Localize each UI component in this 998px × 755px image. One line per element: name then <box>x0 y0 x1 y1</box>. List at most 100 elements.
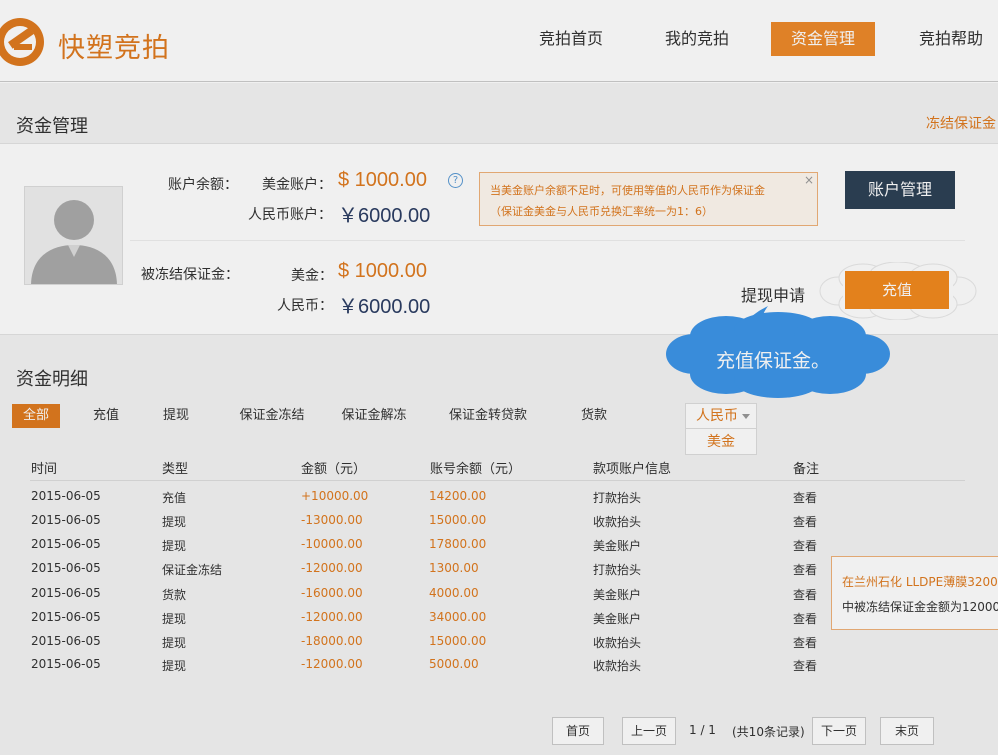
cell-amount: -16000.00 <box>301 586 363 600</box>
cell-balance: 15000.00 <box>429 513 487 527</box>
filter-deposit-unfreeze[interactable]: 保证金解冻 <box>338 404 410 428</box>
account-management-button[interactable]: 账户管理 <box>845 171 955 209</box>
filter-payment[interactable]: 货款 <box>576 404 612 428</box>
cell-amount: -12000.00 <box>301 561 363 575</box>
cell-view-link[interactable]: 查看 <box>793 561 817 578</box>
tooltip-line-1: 在兰州石化 LLDPE薄膜3200 <box>842 575 998 589</box>
nav-auction-help[interactable]: 竞拍帮助 <box>910 22 992 56</box>
col-account-info: 款项账户信息 <box>593 462 672 477</box>
frozen-cny-label: 人民币： <box>277 298 333 314</box>
frozen-deposit-tooltip: 在兰州石化 LLDPE薄膜3200 中被冻结保证金金额为12000 <box>831 556 998 630</box>
frozen-cny-value: ￥6000.00 <box>338 296 431 318</box>
cell-type: 提现 <box>162 659 187 673</box>
cell-amount: -12000.00 <box>301 610 363 624</box>
nav-my-auction[interactable]: 我的竞拍 <box>656 22 738 56</box>
cell-amount: -12000.00 <box>301 657 363 671</box>
last-page-button[interactable]: 末页 <box>880 717 934 745</box>
cell-view-link[interactable]: 查看 <box>793 586 817 603</box>
cell-account-info: 收款抬头 <box>593 659 642 673</box>
fund-management-title: 资金管理 <box>16 116 88 137</box>
cell-type: 提现 <box>162 636 187 650</box>
balance-label: 账户余额： <box>168 177 238 193</box>
cell-date: 2015-06-05 <box>31 561 101 575</box>
cell-date: 2015-06-05 <box>31 610 101 624</box>
chevron-down-icon <box>742 414 750 419</box>
cell-amount: -13000.00 <box>301 513 363 527</box>
col-note: 备注 <box>793 462 820 477</box>
cell-account-info: 打款抬头 <box>593 563 642 577</box>
tooltip-line-2: 中被冻结保证金金额为12000 <box>842 600 998 614</box>
currency-select[interactable]: 人民币 <box>685 403 757 429</box>
cell-view-link[interactable]: 查看 <box>793 537 817 554</box>
page-info: 1 / 1 <box>689 723 716 737</box>
help-question-icon[interactable]: ? <box>448 173 463 188</box>
cell-date: 2015-06-05 <box>31 586 101 600</box>
next-page-button[interactable]: 下一页 <box>812 717 866 745</box>
cell-type: 提现 <box>162 612 187 626</box>
cell-date: 2015-06-05 <box>31 634 101 648</box>
table-header-divider <box>30 480 965 481</box>
tip-line-2: （保证金美金与人民币兑换汇率统一为1：6） <box>490 205 713 218</box>
col-type: 类型 <box>162 462 189 477</box>
frozen-usd-value: $ 1000.00 <box>338 260 427 282</box>
usd-account-value: $ 1000.00 <box>338 169 427 191</box>
filter-withdraw[interactable]: 提现 <box>158 404 194 428</box>
cell-balance: 17800.00 <box>429 537 487 551</box>
frozen-deposit-link[interactable]: 冻结保证金 <box>926 113 996 133</box>
cell-date: 2015-06-05 <box>31 537 101 551</box>
frozen-usd-label: 美金： <box>291 268 333 284</box>
tip-close-icon[interactable]: × <box>804 170 814 191</box>
table-row: 2015-06-05 提现 -18000.00 15000.00 收款抬头 查看 <box>0 634 998 658</box>
user-avatar <box>24 186 123 285</box>
cell-view-link[interactable]: 查看 <box>793 610 817 627</box>
cell-account-info: 美金账户 <box>593 612 642 626</box>
filter-recharge[interactable]: 充值 <box>88 404 124 428</box>
filter-all[interactable]: 全部 <box>12 404 60 428</box>
cell-balance: 5000.00 <box>429 657 479 671</box>
cell-view-link[interactable]: 查看 <box>793 489 817 506</box>
cell-account-info: 美金账户 <box>593 588 642 602</box>
brand-name[interactable]: 快塑竞拍 <box>58 26 170 65</box>
filter-deposit-to-payment[interactable]: 保证金转贷款 <box>446 404 530 428</box>
col-amount: 金额（元） <box>301 462 367 477</box>
cell-type: 充值 <box>162 491 187 505</box>
gavel-logo-icon <box>0 18 44 66</box>
table-row: 2015-06-05 提现 -12000.00 5000.00 收款抬头 查看 <box>0 657 998 681</box>
first-page-button[interactable]: 首页 <box>552 717 604 745</box>
cell-date: 2015-06-05 <box>31 489 101 503</box>
table-row: 2015-06-05 充值 +10000.00 14200.00 打款抬头 查看 <box>0 489 998 513</box>
cell-type: 提现 <box>162 539 187 553</box>
cell-balance: 14200.00 <box>429 489 487 503</box>
cell-balance: 15000.00 <box>429 634 487 648</box>
cell-account-info: 打款抬头 <box>593 491 642 505</box>
cell-balance: 1300.00 <box>429 561 479 575</box>
cell-date: 2015-06-05 <box>31 657 101 671</box>
frozen-deposit-label: 被冻结保证金： <box>141 267 239 283</box>
exchange-rate-tip: 当美金账户余额不足时，可使用等值的人民币作为保证金 （保证金美金与人民币兑换汇率… <box>479 172 818 226</box>
prev-page-button[interactable]: 上一页 <box>622 717 676 745</box>
currency-option-usd[interactable]: 美金 <box>685 429 757 455</box>
cell-balance: 4000.00 <box>429 586 479 600</box>
cell-type: 保证金冻结 <box>162 563 223 577</box>
cell-view-link[interactable]: 查看 <box>793 657 817 674</box>
cell-amount: -10000.00 <box>301 537 363 551</box>
fund-details-title: 资金明细 <box>16 369 88 390</box>
record-total: (共10条记录) <box>732 725 805 739</box>
currency-selected-value: 人民币 <box>696 408 738 424</box>
user-silhouette-icon <box>25 187 122 284</box>
top-header: 快塑竞拍 竞拍首页 我的竞拍 资金管理 竞拍帮助 <box>0 0 998 82</box>
cell-view-link[interactable]: 查看 <box>793 634 817 651</box>
cny-account-value: ￥6000.00 <box>338 205 431 227</box>
cell-amount: -18000.00 <box>301 634 363 648</box>
usd-account-label: 美金账户： <box>262 177 332 193</box>
cell-account-info: 美金账户 <box>593 539 642 553</box>
cell-date: 2015-06-05 <box>31 513 101 527</box>
nav-auction-home[interactable]: 竞拍首页 <box>530 22 612 56</box>
filter-deposit-freeze[interactable]: 保证金冻结 <box>236 404 308 428</box>
tip-line-1: 当美金账户余额不足时，可使用等值的人民币作为保证金 <box>490 184 765 197</box>
cell-type: 提现 <box>162 515 187 529</box>
cny-account-label: 人民币账户： <box>248 207 332 223</box>
cell-view-link[interactable]: 查看 <box>793 513 817 530</box>
col-balance: 账号余额（元） <box>430 462 522 477</box>
nav-fund-management[interactable]: 资金管理 <box>771 22 875 56</box>
